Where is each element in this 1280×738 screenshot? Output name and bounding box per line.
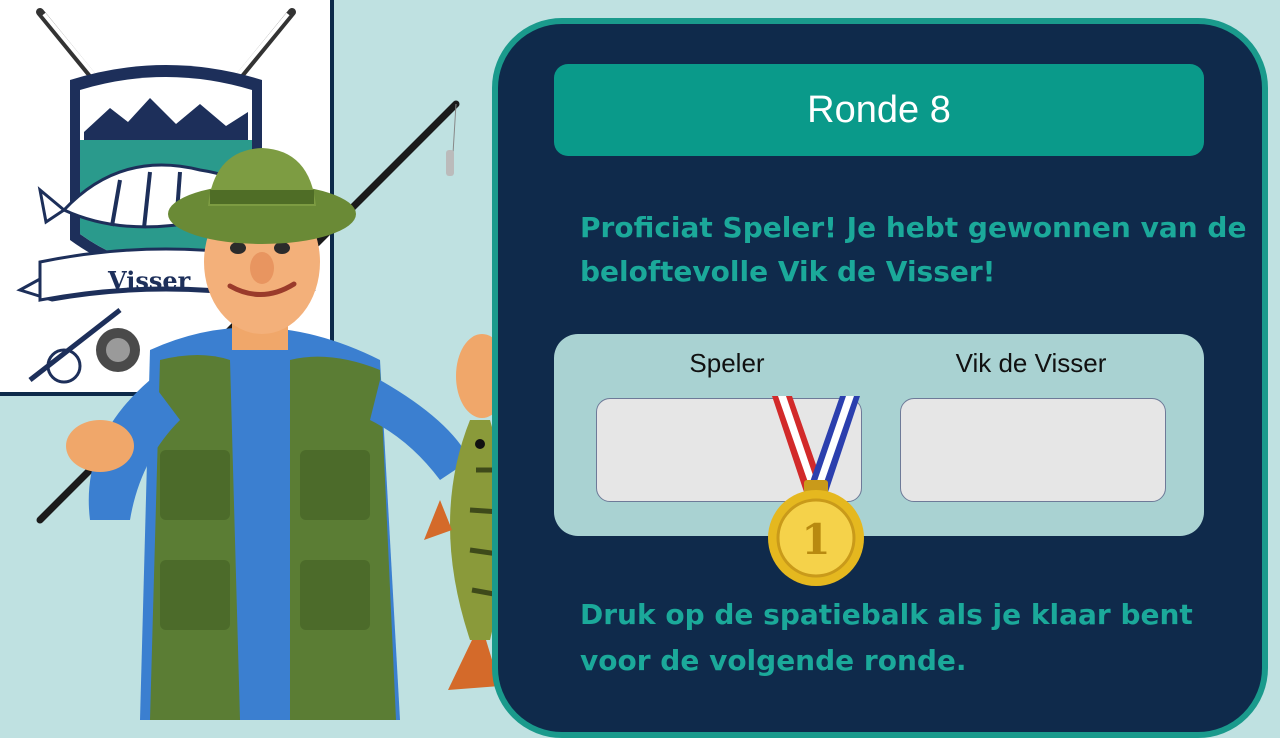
gold-medal-icon: 1 — [768, 396, 864, 586]
round-title: Ronde 8 — [554, 64, 1204, 156]
player-2-name: Vik de Visser — [955, 348, 1107, 378]
fisherman-character-icon — [36, 100, 530, 720]
medal-rank: 1 — [801, 515, 830, 564]
winner-message: Proficiat Speler! Je hebt gewonnen van d… — [580, 211, 1247, 288]
player-1-name: Speler — [689, 348, 765, 378]
continue-instruction: Druk op de spatiebalk als je klaar bent … — [580, 598, 1193, 677]
player-2-score — [900, 398, 1166, 502]
